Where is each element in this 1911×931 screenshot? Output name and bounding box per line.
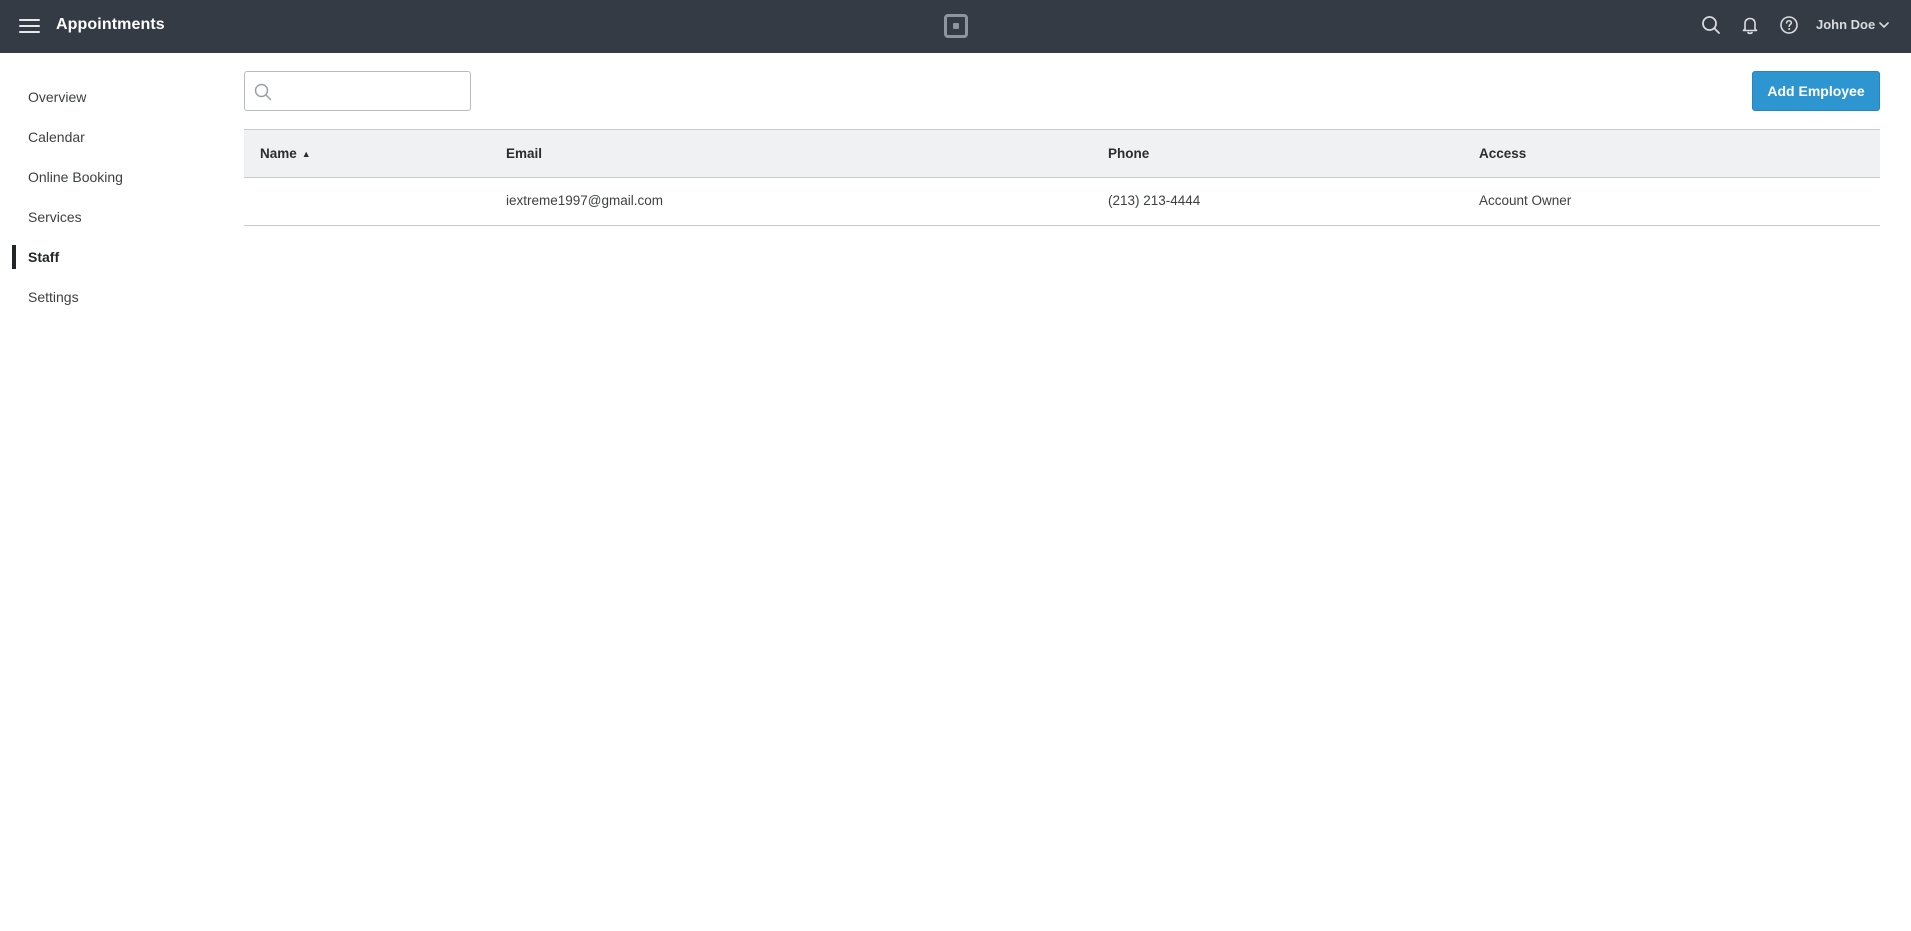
table-row[interactable]: iextreme1997@gmail.com (213) 213-4444 Ac… xyxy=(244,178,1880,226)
search-icon xyxy=(254,83,272,101)
sidebar-item-label: Calendar xyxy=(28,129,85,145)
sidebar-item-services[interactable]: Services xyxy=(0,202,220,232)
sidebar-item-label: Online Booking xyxy=(28,169,123,185)
sidebar-item-settings[interactable]: Settings xyxy=(0,282,220,312)
chevron-down-icon xyxy=(1879,21,1890,28)
user-name: John Doe xyxy=(1816,17,1876,32)
column-header-phone[interactable]: Phone xyxy=(1108,146,1149,161)
hamburger-menu-icon[interactable] xyxy=(19,17,41,35)
sidebar-item-label: Staff xyxy=(28,249,60,265)
sidebar-item-overview[interactable]: Overview xyxy=(0,82,220,112)
column-header-name[interactable]: Name ▲ xyxy=(260,146,311,161)
cell-phone: (213) 213-4444 xyxy=(1108,193,1201,208)
column-header-access[interactable]: Access xyxy=(1479,146,1526,161)
sidebar-item-label: Overview xyxy=(28,89,87,105)
search-icon[interactable] xyxy=(1700,14,1722,36)
sort-ascending-icon: ▲ xyxy=(301,149,311,159)
sidebar-item-staff[interactable]: Staff xyxy=(0,242,220,272)
app-title: Appointments xyxy=(56,16,165,33)
user-menu[interactable]: John Doe xyxy=(1816,17,1890,32)
search-field[interactable] xyxy=(244,71,471,111)
sidebar-item-label: Services xyxy=(28,209,82,225)
table-header: Name ▲ Email Phone Access xyxy=(244,129,1880,178)
sidebar-item-online-booking[interactable]: Online Booking xyxy=(0,162,220,192)
column-header-label: Name xyxy=(260,146,297,161)
cell-access: Account Owner xyxy=(1479,193,1572,208)
bell-icon[interactable] xyxy=(1739,14,1761,36)
staff-table: Name ▲ Email Phone Access iextreme1997@gm… xyxy=(244,129,1880,226)
sidebar-item-label: Settings xyxy=(28,289,79,305)
search-input[interactable] xyxy=(279,78,464,104)
sidebar-item-calendar[interactable]: Calendar xyxy=(0,122,220,152)
top-navigation-bar: Appointments John Doe xyxy=(0,0,1911,53)
square-logo-icon[interactable] xyxy=(944,14,968,38)
add-employee-button[interactable]: Add Employee xyxy=(1752,71,1880,111)
column-header-email[interactable]: Email xyxy=(506,146,542,161)
cell-email: iextreme1997@gmail.com xyxy=(506,193,664,208)
help-circle-icon[interactable] xyxy=(1778,14,1800,36)
